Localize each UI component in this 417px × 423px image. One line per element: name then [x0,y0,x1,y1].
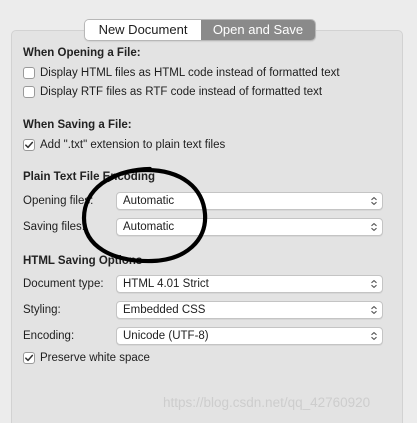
display-rtf-checkbox[interactable] [23,86,35,98]
document-type-label: Document type: [23,278,104,290]
styling-label: Styling: [23,304,61,316]
checkmark-icon [25,354,34,362]
add-txt-label: Add ".txt" extension to plain text files [40,139,226,151]
opening-files-label: Opening files: [23,195,94,207]
display-html-label: Display HTML files as HTML code instead … [40,67,340,79]
updown-chevron-icon [368,278,380,290]
encoding-value: Unicode (UTF-8) [123,330,209,342]
saving-files-select[interactable]: Automatic [116,218,383,236]
document-type-select[interactable]: HTML 4.01 Strict [116,275,383,293]
updown-chevron-icon [368,330,380,342]
opening-heading: When Opening a File: [23,47,141,59]
updown-chevron-icon [368,304,380,316]
updown-chevron-icon [368,195,380,207]
checkmark-icon [25,141,34,149]
display-html-checkbox[interactable] [23,67,35,79]
encoding-label: Encoding: [23,330,75,342]
updown-chevron-icon [368,221,380,233]
html-options-heading: HTML Saving Options [23,255,143,267]
watermark: https://blog.csdn.net/qq_42760920 [163,395,371,410]
saving-heading: When Saving a File: [23,119,132,131]
tab-new-document[interactable]: New Document [85,20,201,40]
saving-files-label: Saving files: [23,221,86,233]
add-txt-option[interactable]: Add ".txt" extension to plain text files [23,139,225,151]
display-rtf-label: Display RTF files as RTF code instead of… [40,86,323,98]
encoding-select[interactable]: Unicode (UTF-8) [116,327,383,345]
encoding-heading: Plain Text File Encoding [23,171,156,183]
display-html-option[interactable]: Display HTML files as HTML code instead … [23,67,340,79]
display-rtf-option[interactable]: Display RTF files as RTF code instead of… [23,86,322,98]
opening-files-value: Automatic [123,195,175,207]
preserve-whitespace-checkbox[interactable] [23,352,35,364]
preserve-whitespace-label: Preserve white space [40,352,150,364]
tab-bar: New Document Open and Save [84,19,316,41]
preserve-whitespace-option[interactable]: Preserve white space [23,352,150,364]
tab-open-and-save[interactable]: Open and Save [201,20,315,40]
styling-value: Embedded CSS [123,304,206,316]
opening-files-select[interactable]: Automatic [116,192,383,210]
styling-select[interactable]: Embedded CSS [116,301,383,319]
add-txt-checkbox[interactable] [23,139,35,151]
saving-files-value: Automatic [123,221,175,233]
document-type-value: HTML 4.01 Strict [123,278,209,290]
